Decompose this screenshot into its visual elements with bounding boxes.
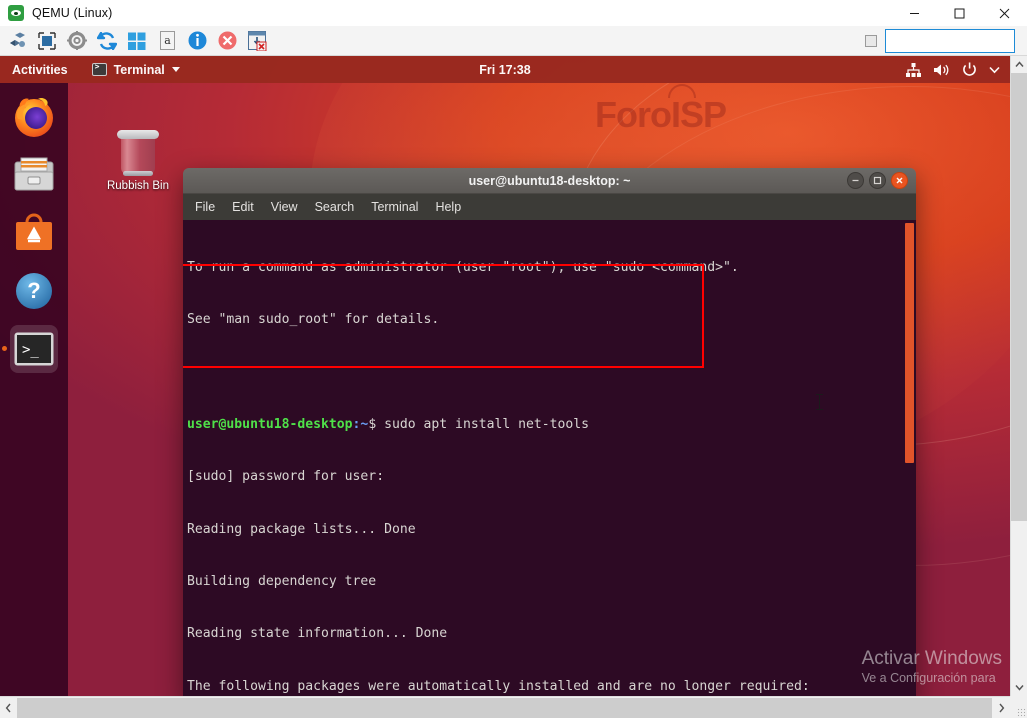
prompt-dollar: $	[368, 417, 384, 432]
ubuntu-software-icon	[14, 212, 54, 254]
snapshot-delete-icon[interactable]	[244, 29, 270, 53]
help-icon: ?	[14, 271, 54, 311]
settings-gear-icon[interactable]	[64, 29, 90, 53]
dock-item-ubuntu-software[interactable]	[10, 209, 58, 257]
menu-item-file[interactable]: File	[195, 200, 215, 214]
guest-screen: ForoISP Activities Terminal Fri 17:38	[0, 56, 1010, 696]
scroll-up-icon[interactable]	[1011, 56, 1027, 73]
host-horizontal-scrollbar-thumb[interactable]	[17, 698, 992, 718]
terminal-scrollbar[interactable]	[904, 220, 915, 696]
host-vertical-scrollbar[interactable]	[1010, 56, 1027, 696]
host-window-title: QEMU (Linux)	[32, 6, 112, 20]
terminal-line: See "man sudo_root" for details.	[187, 311, 916, 328]
foroisp-watermark: ForoISP	[595, 94, 726, 136]
desktop-icon-rubbish-bin[interactable]: Rubbish Bin	[96, 128, 180, 192]
text-cursor-ibeam	[819, 394, 820, 410]
maximize-icon	[954, 8, 965, 19]
terminal-line: To run a command as administrator (user …	[187, 259, 916, 276]
terminal-scrollbar-thumb[interactable]	[905, 223, 914, 463]
volume-icon[interactable]	[933, 63, 950, 77]
prompt-path: :~	[353, 417, 369, 432]
host-vertical-scrollbar-thumb[interactable]	[1011, 73, 1027, 521]
terminal-menubar: File Edit View Search Terminal Help	[183, 194, 916, 220]
terminal-window-controls	[847, 172, 908, 189]
toolbar-text-input[interactable]	[885, 29, 1015, 53]
minimize-button[interactable]	[892, 0, 937, 26]
terminal-line: Building dependency tree	[187, 573, 916, 590]
ubuntu-dock: ? >_	[0, 83, 68, 696]
dock-item-files[interactable]	[10, 151, 58, 199]
terminal-maximize-button[interactable]	[869, 172, 886, 189]
prompt-user-host: user@ubuntu18-desktop	[187, 417, 353, 432]
terminal-line: The following packages were automaticall…	[187, 678, 916, 695]
minimize-icon	[851, 176, 860, 185]
scroll-down-icon[interactable]	[1011, 679, 1027, 696]
svg-text:>_: >_	[22, 342, 39, 358]
maximize-icon	[873, 176, 882, 185]
maximize-button[interactable]	[937, 0, 982, 26]
network-icon[interactable]	[906, 63, 921, 77]
grip-dots-icon	[1017, 708, 1026, 717]
scroll-right-icon[interactable]	[993, 697, 1010, 718]
refresh-icon[interactable]	[94, 29, 120, 53]
terminal-window-title: user@ubuntu18-desktop: ~	[469, 174, 631, 188]
info-icon[interactable]	[184, 29, 210, 53]
terminal-line: Reading package lists... Done	[187, 521, 916, 538]
dock-item-terminal[interactable]: >_	[10, 325, 58, 373]
host-toolbar: a	[0, 26, 1027, 56]
terminal-line: Reading state information... Done	[187, 625, 916, 642]
svg-text:a: a	[164, 34, 171, 47]
delete-icon[interactable]	[214, 29, 240, 53]
terminal-body[interactable]: To run a command as administrator (user …	[183, 220, 916, 696]
close-button[interactable]	[982, 0, 1027, 26]
foroisp-watermark-text: ForoISP	[595, 94, 726, 135]
menu-item-search[interactable]: Search	[315, 200, 355, 214]
topbar-system-tray[interactable]	[906, 62, 1000, 77]
text-file-icon[interactable]: a	[154, 29, 180, 53]
resize-grip[interactable]	[1010, 696, 1027, 718]
qemu-icon	[8, 5, 24, 21]
terminal-minimize-button[interactable]	[847, 172, 864, 189]
terminal-window: user@ubuntu18-desktop: ~ File Edit Vie	[183, 168, 916, 696]
host-window-controls	[892, 0, 1027, 26]
menu-item-terminal[interactable]: Terminal	[371, 200, 418, 214]
topbar-clock[interactable]: Fri 17:38	[0, 63, 1010, 77]
host-horizontal-scrollbar[interactable]	[0, 696, 1010, 718]
rubbish-bin-icon	[116, 128, 160, 176]
terminal-line	[187, 364, 916, 381]
firefox-icon	[12, 95, 56, 139]
terminal-command: sudo apt install net-tools	[384, 417, 589, 432]
terminal-titlebar[interactable]: user@ubuntu18-desktop: ~	[183, 168, 916, 194]
close-icon	[895, 176, 904, 185]
dock-item-firefox[interactable]	[10, 93, 58, 141]
dock-item-help[interactable]: ?	[10, 267, 58, 315]
qemu-host-window: QEMU (Linux)	[0, 0, 1027, 718]
machine-icon[interactable]	[4, 29, 30, 53]
files-icon	[13, 154, 55, 196]
toolbar-checkbox[interactable]	[865, 35, 877, 47]
host-titlebar: QEMU (Linux)	[0, 0, 1027, 26]
windows-icon[interactable]	[124, 29, 150, 53]
terminal-output: To run a command as administrator (user …	[185, 224, 916, 696]
menu-item-help[interactable]: Help	[435, 200, 461, 214]
menu-item-view[interactable]: View	[271, 200, 298, 214]
terminal-icon: >_	[14, 332, 54, 366]
terminal-close-button[interactable]	[891, 172, 908, 189]
menu-item-edit[interactable]: Edit	[232, 200, 254, 214]
svg-text:?: ?	[27, 278, 40, 303]
close-icon	[999, 8, 1010, 19]
terminal-line: [sudo] password for user:	[187, 468, 916, 485]
terminal-prompt-line: user@ubuntu18-desktop:~$ sudo apt instal…	[187, 416, 916, 433]
power-icon[interactable]	[962, 62, 977, 77]
chevron-down-icon[interactable]	[989, 66, 1000, 74]
fullscreen-icon[interactable]	[34, 29, 60, 53]
desktop-icon-label: Rubbish Bin	[96, 180, 180, 192]
ubuntu-topbar: Activities Terminal Fri 17:38	[0, 56, 1010, 83]
scroll-left-icon[interactable]	[0, 697, 17, 718]
minimize-icon	[909, 8, 920, 19]
